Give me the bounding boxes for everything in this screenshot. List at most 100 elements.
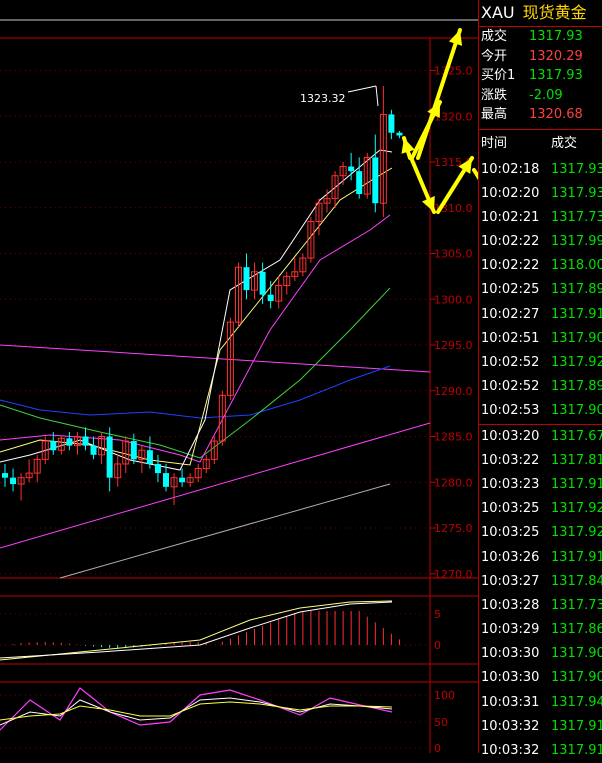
quote-label: 成交 xyxy=(479,27,529,47)
tick-row[interactable]: 10:02:251317.89 xyxy=(479,278,602,302)
symbol-code: XAU xyxy=(481,3,515,22)
tick-time: 10:02:51 xyxy=(479,327,551,351)
tick-time: 10:03:28 xyxy=(479,594,551,618)
candle-body xyxy=(163,473,169,487)
tick-price: 1317.89 xyxy=(551,278,602,302)
candle-body xyxy=(91,446,97,455)
price-axis-labels: 1325.01320.01315.01310.01305.01300.01295… xyxy=(434,65,473,581)
tick-row[interactable]: 10:03:261317.91 xyxy=(479,546,602,570)
tick-row[interactable]: 10:02:221318.00 xyxy=(479,254,602,278)
tick-price: 1317.89 xyxy=(551,375,602,399)
tick-time: 10:03:31 xyxy=(479,691,551,715)
tick-row[interactable]: 10:02:181317.93 xyxy=(479,158,602,182)
tick-price: 1317.90 xyxy=(551,666,602,690)
macd-signal xyxy=(0,602,392,658)
tick-row[interactable]: 10:03:321317.91 xyxy=(479,715,602,739)
tick-time: 10:02:21 xyxy=(479,206,551,230)
price-label: 1305.0 xyxy=(434,248,473,261)
tick-row[interactable]: 10:03:271317.84 xyxy=(479,570,602,594)
tick-price: 1317.91 xyxy=(551,715,602,739)
tick-row[interactable]: 10:02:201317.93 xyxy=(479,182,602,206)
tick-time: 10:03:26 xyxy=(479,546,551,570)
candle-body xyxy=(179,478,185,483)
quote-label: 涨跌 xyxy=(479,86,529,106)
candle-body xyxy=(107,437,113,478)
candle-body xyxy=(372,157,378,203)
candle-body xyxy=(268,295,274,301)
tick-row[interactable]: 10:02:211317.73 xyxy=(479,206,602,230)
tick-row[interactable]: 10:03:311317.94 xyxy=(479,691,602,715)
tick-price: 1317.86 xyxy=(551,618,602,642)
ma-line xyxy=(0,288,390,458)
tick-time: 10:03:25 xyxy=(479,521,551,545)
quote-value: 1320.29 xyxy=(529,47,583,67)
tick-row[interactable]: 10:03:221317.81 xyxy=(479,449,602,473)
candle-body xyxy=(388,114,394,132)
tick-price: 1317.73 xyxy=(551,594,602,618)
moving-average-lines xyxy=(0,150,430,578)
tick-price: 1317.90 xyxy=(551,327,602,351)
tick-row[interactable]: 10:03:291317.86 xyxy=(479,618,602,642)
tick-price: 1317.84 xyxy=(551,570,602,594)
candle-body xyxy=(396,133,402,136)
tick-row[interactable]: 10:02:521317.92 xyxy=(479,351,602,375)
tick-price: 1317.91 xyxy=(551,303,602,327)
price-label: 1270.0 xyxy=(434,568,473,581)
candlestick-chart[interactable]: 1325.01320.01315.01310.01305.01300.01295… xyxy=(0,0,478,753)
ma-line xyxy=(0,366,390,418)
tick-price: 1317.92 xyxy=(551,521,602,545)
candle-body xyxy=(155,464,161,473)
candle-body xyxy=(131,441,137,459)
tick-row[interactable]: 10:02:531317.90 xyxy=(479,399,602,423)
tick-row[interactable]: 10:03:301317.90 xyxy=(479,666,602,690)
tick-time: 10:03:30 xyxy=(479,666,551,690)
tick-row[interactable]: 10:02:271317.91 xyxy=(479,303,602,327)
tick-price: 1317.93 xyxy=(551,158,602,182)
price-grid xyxy=(0,71,436,574)
tick-time: 10:02:22 xyxy=(479,230,551,254)
macd-subchart: 50 xyxy=(0,601,441,660)
kdj-axis-label: 0 xyxy=(434,742,441,753)
candle-body xyxy=(260,272,266,295)
high-marker: 1323.32 xyxy=(300,86,378,106)
candle-body xyxy=(348,167,354,172)
quote-summary: 成交1317.93今开1320.29买价11317.93涨跌-2.09最高132… xyxy=(479,27,602,125)
quote-label: 今开 xyxy=(479,47,529,67)
tick-row[interactable]: 10:02:521317.89 xyxy=(479,375,602,399)
candle-body xyxy=(66,438,72,445)
tick-time: 10:02:52 xyxy=(479,351,551,375)
tick-price: 1317.73 xyxy=(551,206,602,230)
tick-row[interactable]: 10:03:231317.91 xyxy=(479,473,602,497)
tick-list[interactable]: 10:02:181317.9310:02:201317.9310:02:2113… xyxy=(479,158,602,763)
tick-row[interactable]: 10:03:251317.92 xyxy=(479,521,602,545)
tick-row[interactable]: 10:03:281317.73 xyxy=(479,594,602,618)
instrument-name: 现货黄金 xyxy=(523,3,587,22)
tick-price: 1317.91 xyxy=(551,739,602,763)
arrow-shaft xyxy=(418,30,460,158)
ticks-header-time: 时间 xyxy=(479,130,551,158)
tick-price: 1317.81 xyxy=(551,449,602,473)
tick-row[interactable]: 10:03:321317.91 xyxy=(479,739,602,763)
kdj-line xyxy=(0,698,392,725)
tick-row[interactable]: 10:03:301317.90 xyxy=(479,642,602,666)
tick-row[interactable]: 10:03:201317.67 xyxy=(479,425,602,449)
tick-time: 10:03:32 xyxy=(479,715,551,739)
ticks-header-deal: 成交 xyxy=(551,130,577,158)
price-label: 1300.0 xyxy=(434,293,473,306)
tick-time: 10:03:25 xyxy=(479,497,551,521)
tick-time: 10:03:23 xyxy=(479,473,551,497)
tick-row[interactable]: 10:02:221317.99 xyxy=(479,230,602,254)
tick-row[interactable]: 10:02:511317.90 xyxy=(479,327,602,351)
tick-price: 1317.90 xyxy=(551,642,602,666)
tick-price: 1317.91 xyxy=(551,473,602,497)
price-label: 1290.0 xyxy=(434,385,473,398)
tick-row[interactable]: 10:03:251317.92 xyxy=(479,497,602,521)
tick-time: 10:03:32 xyxy=(479,739,551,763)
chart-frame xyxy=(0,20,478,753)
tick-price: 1317.91 xyxy=(551,546,602,570)
quote-label: 最高 xyxy=(479,105,529,125)
candle-body xyxy=(244,267,250,290)
tick-price: 1317.93 xyxy=(551,182,602,206)
macd-axis-label: 5 xyxy=(434,608,441,621)
tick-time: 10:02:52 xyxy=(479,375,551,399)
